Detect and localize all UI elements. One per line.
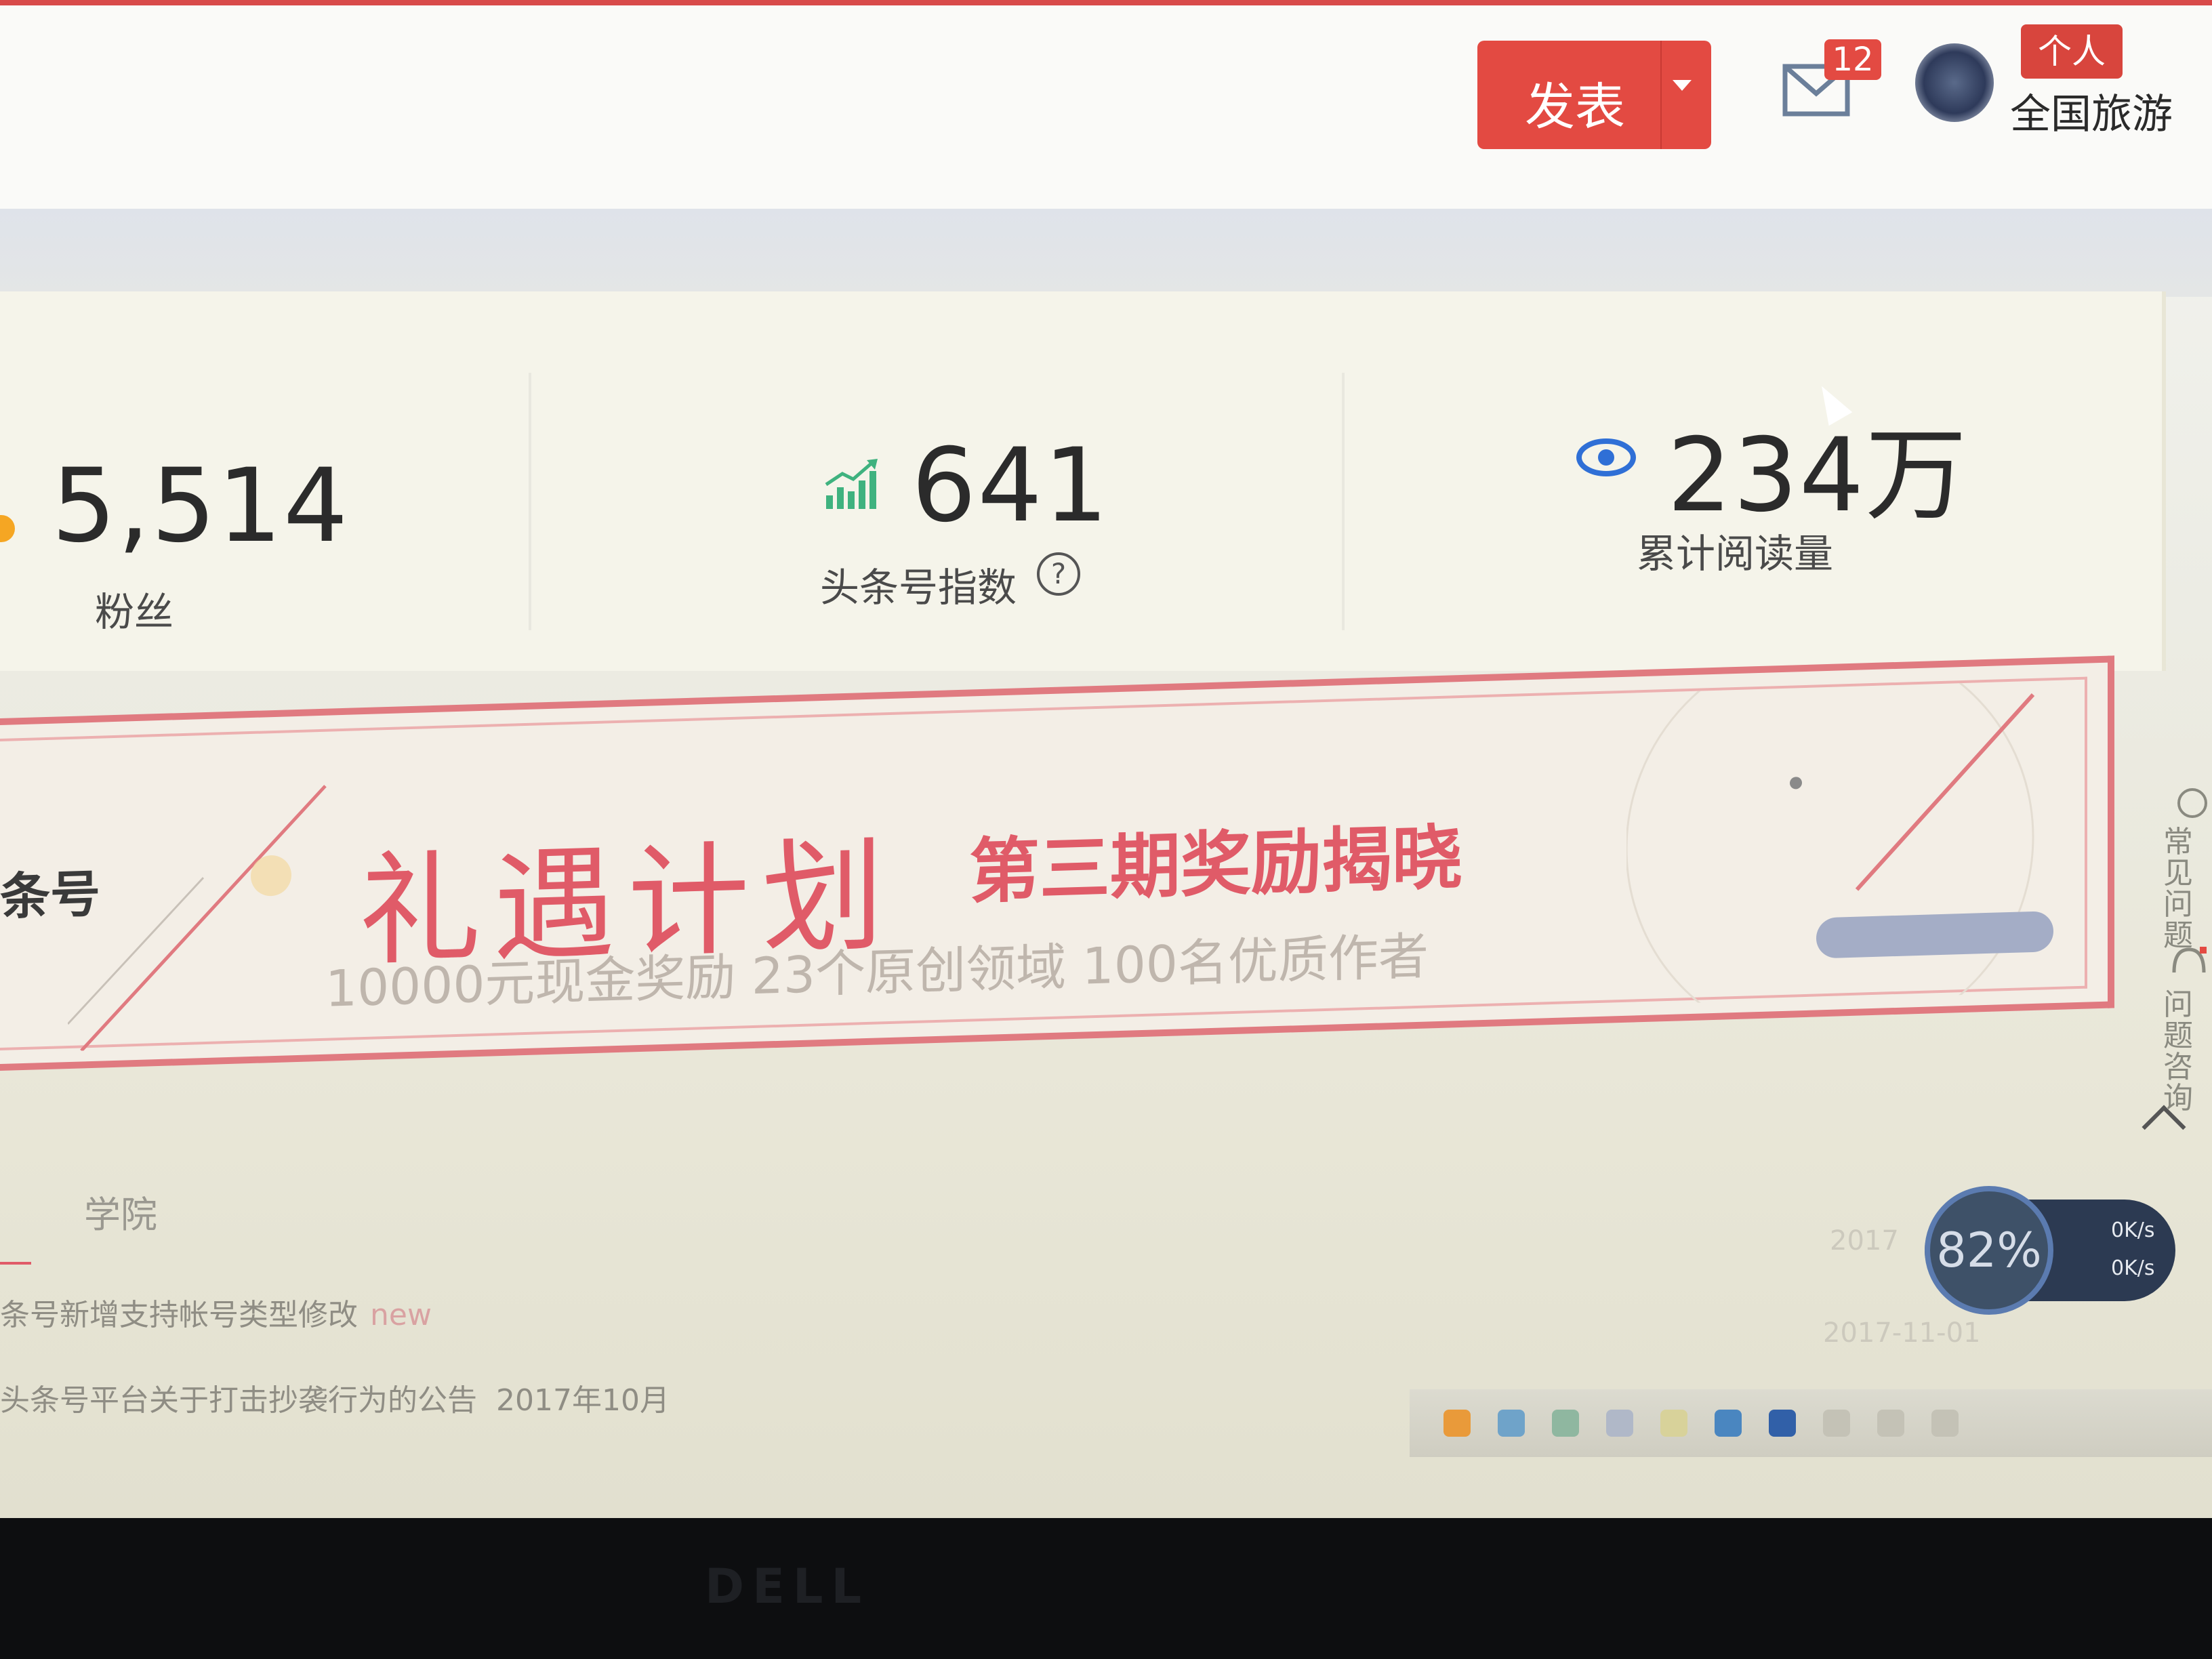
chevron-down-icon[interactable] [1673, 80, 1692, 91]
index-value: 641 [912, 427, 1110, 545]
list-item[interactable]: 头条号平台关于打击抄袭行为的公告 2017年10月 [0, 1376, 670, 1419]
stats-card: 5,514 粉丝 641 头条号指数 ? 234万 累计阅读量 [0, 291, 2166, 671]
trend-icon [825, 459, 878, 509]
publish-button[interactable]: 发表 [1477, 41, 1711, 149]
notice-date: 2017 [1830, 1225, 1899, 1256]
network-speed-widget[interactable]: 82% 0K/s 0K/s [1925, 1186, 2175, 1315]
signal-icon[interactable] [1931, 1410, 1959, 1437]
memory-usage-gauge: 82% [1925, 1186, 2053, 1315]
notice-date: 2017年10月 [496, 1383, 670, 1418]
shield-icon[interactable] [1606, 1410, 1633, 1437]
app-tray-icon[interactable] [1443, 1410, 1471, 1437]
monitor-screen: 发表 12 个人 全国旅游 5,514 粉丝 641 头条号指数 ? 234万 … [0, 0, 2212, 1518]
tab-active-underline [0, 1262, 31, 1265]
bluetooth-icon[interactable] [1769, 1410, 1796, 1437]
stat-divider [529, 373, 531, 630]
banner-decor-lines [68, 785, 327, 1052]
publish-split-divider [1660, 41, 1662, 149]
app-tray-icon[interactable] [1715, 1410, 1742, 1437]
mail-count-badge: 12 [1824, 39, 1881, 80]
header-band [0, 209, 2212, 297]
eye-icon [1576, 438, 1636, 476]
notice-title: 头条号平台关于打击抄袭行为的公告 [0, 1383, 477, 1418]
top-header: 发表 12 个人 全国旅游 [0, 5, 2212, 209]
volume-icon[interactable] [1877, 1410, 1904, 1437]
fans-count: 5,514 [52, 447, 350, 565]
index-label: 头条号指数 [820, 565, 1017, 611]
app-tray-icon[interactable] [1552, 1410, 1579, 1437]
faq-link[interactable]: 常见问题 [2163, 827, 2204, 951]
stat-divider [1342, 373, 1345, 630]
fans-icon [0, 515, 15, 542]
account-name[interactable]: 全国旅游 [2010, 81, 2173, 140]
app-tray-icon[interactable] [1660, 1410, 1687, 1437]
monitor-logo: DELL [705, 1559, 870, 1614]
tab-college[interactable]: 学院 [84, 1185, 157, 1238]
banner-inner-frame: 条号 礼遇计划 第三期奖励揭晓 10000元现金奖励 23个原创领域 100名优… [0, 676, 2087, 1052]
help-icon[interactable]: ? [1037, 552, 1080, 596]
download-rate: 0K/s [2111, 1256, 2155, 1280]
avatar[interactable] [1915, 43, 1994, 122]
top-accent-line [0, 0, 2212, 5]
monitor-bezel [0, 1518, 2212, 1659]
banner-subtitle: 第三期奖励揭晓 [969, 815, 1463, 914]
publish-button-label: 发表 [1525, 78, 1625, 136]
notice-date: 2017-11-01 [1823, 1317, 1981, 1349]
taskbar-tray [1410, 1389, 2212, 1457]
upload-rate: 0K/s [2111, 1218, 2155, 1242]
banner-pager[interactable] [1816, 911, 2053, 959]
consult-link[interactable]: 问题咨询 [2163, 989, 2204, 1114]
promo-banner[interactable]: 条号 礼遇计划 第三期奖励揭晓 10000元现金奖励 23个原创领域 100名优… [0, 655, 2114, 1071]
network-icon[interactable] [1823, 1410, 1850, 1437]
total-reads-label: 累计阅读量 [1637, 531, 1834, 577]
total-reads-value: 234万 [1667, 417, 1969, 535]
new-tag: new [370, 1298, 432, 1332]
chat-bubble-icon[interactable] [2175, 786, 2209, 820]
list-item[interactable]: 条号新增支持帐号类型修改 new [0, 1290, 432, 1334]
app-tray-icon[interactable] [1498, 1410, 1525, 1437]
notice-title: 条号新增支持帐号类型修改 [0, 1298, 358, 1332]
headset-icon[interactable] [2169, 945, 2209, 979]
fans-label: 粉丝 [95, 589, 174, 635]
personal-badge: 个人 [2021, 24, 2123, 79]
